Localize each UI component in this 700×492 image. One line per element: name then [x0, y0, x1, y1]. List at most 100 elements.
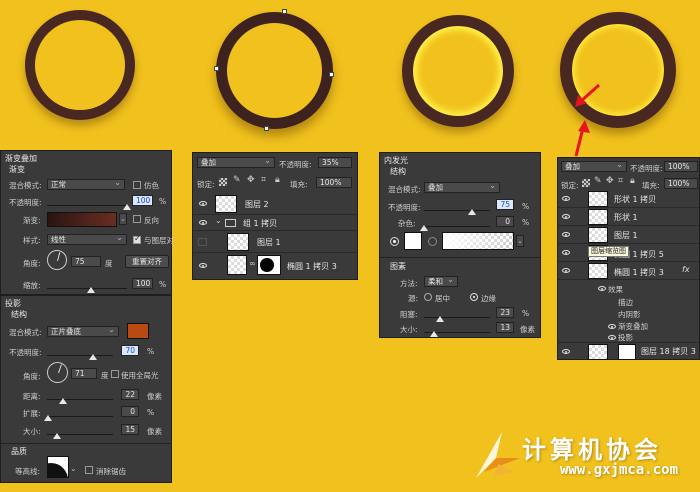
opacity-field[interactable]: 70 [121, 345, 139, 356]
gradient-swatch[interactable] [47, 212, 117, 227]
layer-row[interactable]: 图层 2 [193, 193, 357, 215]
eye-icon[interactable] [199, 220, 207, 225]
transform-handle-bottom[interactable] [264, 126, 269, 131]
blend-mode-select[interactable]: 叠加 [424, 181, 500, 193]
eye-icon[interactable] [562, 214, 570, 219]
size-field[interactable]: 13 [496, 322, 514, 333]
layer-row[interactable]: ∞ 椭圆 1 拷贝 3 [193, 253, 357, 277]
opacity-field[interactable]: 35% [318, 157, 352, 168]
spread-slider[interactable] [47, 416, 113, 417]
opacity-slider-thumb[interactable] [89, 354, 97, 360]
chevron-down-icon[interactable]: ⌄ [119, 213, 127, 225]
transform-handle-top[interactable] [282, 9, 287, 14]
eye-icon[interactable] [562, 268, 570, 273]
angle-field[interactable]: 75 [71, 256, 101, 267]
opacity-field[interactable]: 100 [132, 195, 153, 206]
visibility-box[interactable] [198, 238, 207, 246]
spread-slider-thumb[interactable] [44, 415, 52, 421]
opacity-slider-thumb[interactable] [468, 209, 476, 215]
chevron-down-icon[interactable]: ⌄ [516, 235, 524, 247]
glow-color-swatch[interactable] [404, 232, 422, 250]
angle-dial[interactable] [47, 362, 68, 383]
choke-field[interactable]: 23 [496, 307, 514, 318]
reset-alignment-button[interactable]: 重置对齐 [125, 255, 169, 268]
eye-icon[interactable] [598, 286, 606, 291]
radio-solid-color[interactable] [390, 237, 399, 246]
eye-icon[interactable] [199, 201, 207, 206]
lock-transparent-icon[interactable] [582, 179, 590, 187]
shadow-color-swatch[interactable] [127, 323, 149, 339]
antialias-checkbox[interactable] [85, 466, 93, 474]
layer-row[interactable]: 图层 1 [558, 226, 699, 244]
scale-field[interactable]: 100 [132, 278, 153, 289]
layer-row[interactable]: 形状 1 [558, 208, 699, 226]
opacity-slider[interactable] [47, 355, 113, 356]
eye-icon[interactable] [608, 324, 616, 329]
noise-slider-thumb[interactable] [420, 225, 428, 231]
transform-handle-right[interactable] [329, 72, 334, 77]
artboard-icon[interactable]: ⌗ [261, 175, 266, 185]
chevron-down-icon[interactable]: ⌄ [215, 216, 222, 225]
fill-field[interactable]: 100% [316, 177, 352, 188]
distance-field[interactable]: 22 [121, 389, 139, 400]
opacity-slider[interactable] [47, 205, 127, 206]
radio-gradient[interactable] [428, 237, 437, 246]
angle-dial[interactable] [47, 250, 67, 270]
layer-row[interactable]: 椭圆 1 拷贝 3 fx [558, 262, 699, 280]
move-icon[interactable]: ✥ [247, 175, 255, 185]
style-select[interactable]: 线性 [47, 233, 127, 245]
choke-slider-thumb[interactable] [436, 316, 444, 322]
dither-checkbox[interactable] [133, 181, 141, 189]
eye-icon[interactable] [562, 250, 570, 255]
noise-field[interactable]: 0 [496, 216, 514, 227]
reverse-checkbox[interactable] [133, 215, 141, 223]
chevron-down-icon[interactable]: ⌄ [70, 464, 77, 473]
lock-icon[interactable]: 🔒︎ [275, 175, 280, 185]
layer-row[interactable]: 图层 1 [193, 231, 357, 253]
eye-icon[interactable] [562, 196, 570, 201]
scale-slider-thumb[interactable] [87, 287, 95, 293]
fx-icon[interactable]: fx [682, 265, 690, 274]
fill-field[interactable]: 100% [664, 178, 698, 189]
global-light-checkbox[interactable] [111, 370, 119, 378]
layer-row[interactable]: ⌄ 组 1 拷贝 [193, 215, 357, 231]
eye-icon[interactable] [608, 335, 616, 340]
artboard-icon[interactable]: ⌗ [618, 176, 623, 186]
size-field[interactable]: 15 [121, 424, 139, 435]
blend-mode-select[interactable]: 正常 [47, 178, 125, 190]
blend-mode-select[interactable]: 叠加 [561, 160, 627, 172]
eye-icon[interactable] [562, 232, 570, 237]
brush-icon[interactable]: ✎ [594, 176, 602, 186]
spread-field[interactable]: 0 [121, 406, 139, 417]
eye-icon[interactable] [199, 263, 207, 268]
brush-icon[interactable]: ✎ [233, 175, 241, 185]
choke-slider[interactable] [424, 317, 490, 318]
method-select[interactable]: 柔和 [424, 275, 458, 287]
opacity-field[interactable]: 75 [496, 199, 514, 210]
distance-slider[interactable] [47, 399, 113, 400]
opacity-slider-thumb[interactable] [123, 204, 131, 210]
noise-slider[interactable] [424, 226, 490, 227]
eye-icon[interactable] [562, 349, 570, 354]
contour-preview[interactable] [47, 456, 69, 478]
transform-handle-left[interactable] [214, 66, 219, 71]
blend-mode-select[interactable]: 叠加 [197, 156, 275, 168]
opacity-field[interactable]: 100% [664, 161, 698, 172]
radio-center[interactable] [424, 293, 432, 301]
blend-mode-select[interactable]: 正片叠底 [47, 325, 119, 337]
effect-item[interactable]: 内阴影 [618, 309, 641, 320]
angle-field[interactable]: 71 [71, 368, 97, 379]
lock-transparent-icon[interactable] [219, 178, 227, 186]
size-slider-thumb[interactable] [53, 433, 61, 439]
layer-row[interactable]: 形状 1 拷贝 [558, 190, 699, 208]
effect-item[interactable]: 描边 [618, 297, 633, 308]
effect-item[interactable]: 渐变叠加 [618, 321, 648, 332]
opacity-slider[interactable] [424, 210, 490, 211]
distance-slider-thumb[interactable] [59, 398, 67, 404]
move-icon[interactable]: ✥ [606, 176, 614, 186]
radio-edge[interactable] [470, 293, 478, 301]
lock-icon[interactable]: 🔒︎ [630, 176, 635, 186]
glow-gradient-swatch[interactable] [442, 232, 514, 250]
size-slider-thumb[interactable] [430, 331, 438, 337]
align-checkbox[interactable] [133, 234, 141, 244]
